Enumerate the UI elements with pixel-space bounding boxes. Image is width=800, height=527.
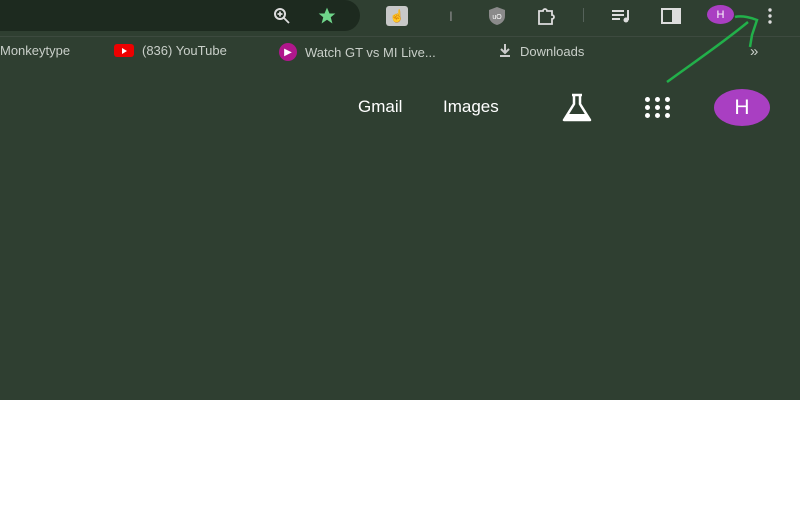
extension-touch-icon[interactable]: ☝	[386, 6, 408, 26]
google-account-avatar[interactable]: H	[714, 89, 770, 126]
youtube-icon	[114, 44, 134, 57]
toolbar-separator	[583, 8, 584, 22]
bookmark-youtube[interactable]: (836) YouTube	[114, 43, 227, 58]
bookmark-downloads[interactable]: Downloads	[498, 43, 584, 60]
zoom-icon[interactable]	[272, 6, 292, 26]
images-link[interactable]: Images	[443, 97, 499, 117]
gmail-link[interactable]: Gmail	[358, 97, 402, 117]
ublock-icon[interactable]: uO	[486, 6, 508, 26]
avatar-initial: H	[734, 95, 750, 119]
bookmark-label: Watch GT vs MI Live...	[305, 44, 436, 60]
bookmark-monkeytype[interactable]: Monkeytype	[0, 43, 70, 58]
profile-initial: H	[716, 8, 725, 21]
bookmark-label: Monkeytype	[0, 43, 71, 58]
bookmark-label: (836) YouTube	[142, 43, 227, 58]
svg-text:uO: uO	[492, 14, 502, 21]
bookmark-star-icon[interactable]	[316, 5, 338, 27]
apps-grid-icon[interactable]	[645, 97, 673, 119]
side-panel-icon[interactable]	[660, 6, 682, 26]
address-bar[interactable]	[0, 0, 360, 31]
extensions-puzzle-icon[interactable]	[536, 5, 558, 27]
bookmark-label: Downloads	[520, 44, 585, 59]
flask-icon[interactable]	[558, 92, 596, 124]
extension-text-cursor-icon[interactable]: I	[440, 6, 462, 26]
bookmarks-bar: Monkeytype (836) YouTube ▶ Watch GT vs MI…	[0, 38, 800, 64]
bookmark-watch-gt-vs-mi[interactable]: ▶ Watch GT vs MI Live...	[279, 43, 436, 61]
menu-kebab-icon[interactable]	[762, 6, 778, 26]
browser-window: ☝ I uO H Monkeytype (836) YouTube ▶ Watch…	[0, 0, 800, 400]
profile-avatar[interactable]: H	[707, 5, 734, 24]
toolbar-divider	[0, 36, 800, 37]
toolbar: ☝ I uO H	[0, 0, 800, 32]
bookmarks-overflow-button[interactable]: »	[750, 43, 758, 60]
hotstar-icon: ▶	[279, 43, 297, 61]
media-playlist-icon[interactable]	[610, 6, 634, 26]
download-icon	[498, 43, 512, 60]
overflow-chevron-icon: »	[750, 43, 759, 60]
